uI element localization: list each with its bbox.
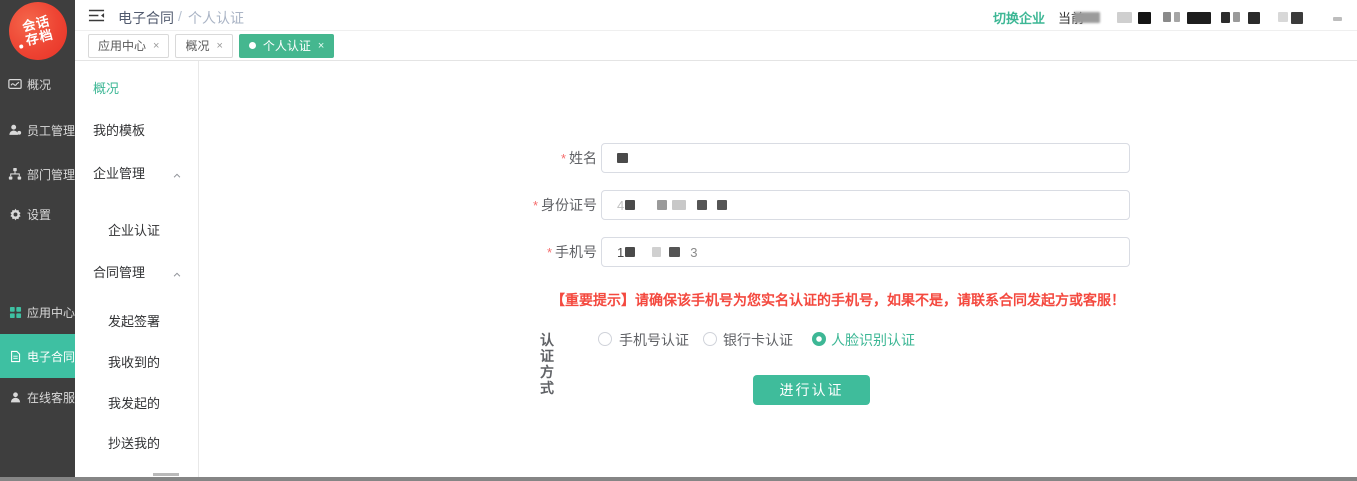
personal-auth-form: *姓名 *身份证号 4 *手机号 1 3 【重要提示】请确保: [199, 62, 1357, 477]
breadcrumb-root[interactable]: 电子合同: [118, 8, 174, 28]
collapse-sidebar-icon[interactable]: [88, 8, 105, 23]
redacted-value: [697, 200, 707, 210]
redacted-value: [625, 247, 635, 257]
tab-bar: 应用中心 × 概况 × 个人认证 ×: [75, 31, 1357, 61]
radio-bank-auth-label[interactable]: 银行卡认证: [723, 332, 793, 348]
breadcrumb-separator: /: [178, 8, 182, 24]
redacted-text: [1074, 12, 1100, 23]
redacted-text: [1278, 12, 1288, 22]
close-icon[interactable]: ×: [216, 40, 222, 52]
horizontal-scrollbar[interactable]: [0, 477, 1357, 481]
sidebar-item-label: 部门管理: [27, 166, 75, 183]
topbar: 电子合同 / 个人认证 切换企业 当前: [75, 0, 1357, 31]
primary-sidebar: 会话 存档 概况 员工管理 部门管理 设置: [0, 0, 75, 481]
subnav-received[interactable]: 我收到的: [108, 355, 160, 371]
person-add-icon: [8, 123, 22, 137]
radio-face-auth[interactable]: [812, 332, 826, 346]
subnav-cc-me[interactable]: 抄送我的: [108, 436, 160, 452]
visible-digit: 1: [617, 245, 624, 260]
sidebar-item-app-center[interactable]: 应用中心: [0, 298, 75, 326]
tab-overview[interactable]: 概况 ×: [175, 34, 232, 58]
chart-icon: [8, 77, 22, 91]
redacted-text: [1333, 17, 1342, 21]
clipped-next-item: [153, 473, 179, 476]
sidebar-item-employees[interactable]: 员工管理: [0, 116, 75, 144]
tab-app-center[interactable]: 应用中心 ×: [88, 34, 169, 58]
active-tab-dot: [249, 42, 256, 49]
redacted-value: [672, 200, 686, 210]
secondary-sidebar: 概况 我的模板 企业管理 企业认证 合同管理 发起签署 我收到的 我发起的 抄送…: [75, 61, 199, 477]
close-icon[interactable]: ×: [318, 40, 324, 52]
name-input[interactable]: [601, 143, 1130, 173]
subnav-overview[interactable]: 概况: [93, 81, 119, 97]
redacted-text: [1291, 12, 1303, 24]
redacted-text: [1138, 12, 1151, 24]
gear-icon: [8, 207, 22, 221]
redacted-text: [1221, 12, 1230, 23]
redacted-text: [1248, 12, 1260, 24]
sidebar-item-label: 概况: [27, 76, 51, 93]
important-notice: 【重要提示】请确保该手机号为您实名认证的手机号，如果不是，请联系合同发起方或客服…: [551, 290, 1125, 310]
breadcrumb-current: 个人认证: [188, 8, 244, 28]
tab-label: 个人认证: [263, 37, 311, 54]
sidebar-item-settings[interactable]: 设置: [0, 200, 75, 228]
required-mark: *: [547, 245, 552, 260]
org-chart-icon: [8, 167, 22, 181]
redacted-text: [1174, 12, 1180, 22]
id-number-input[interactable]: 4: [601, 190, 1130, 220]
app-logo: 会话 存档: [3, 0, 73, 66]
redacted-value: [617, 153, 628, 163]
subnav-company-mgmt[interactable]: 企业管理: [93, 166, 145, 182]
tab-label: 概况: [185, 37, 209, 54]
contract-document-icon: [8, 349, 22, 363]
visible-digit: 3: [690, 245, 697, 260]
subnav-contract-mgmt[interactable]: 合同管理: [93, 265, 145, 281]
name-field-label: *姓名: [437, 143, 597, 174]
sidebar-item-online-service[interactable]: 在线客服: [0, 383, 75, 411]
switch-company-link[interactable]: 切换企业: [993, 8, 1045, 27]
sidebar-item-label: 电子合同: [27, 348, 75, 365]
agent-person-icon: [8, 390, 22, 404]
redacted-text: [1117, 12, 1132, 23]
redacted-value: [625, 200, 635, 210]
sidebar-item-departments[interactable]: 部门管理: [0, 160, 75, 188]
chevron-up-icon[interactable]: [172, 168, 182, 178]
id-field-label: *身份证号: [437, 190, 597, 221]
visible-digit: 4: [617, 198, 624, 213]
tab-label: 应用中心: [98, 37, 146, 54]
subnav-company-auth[interactable]: 企业认证: [108, 223, 160, 239]
subnav-initiate-sign[interactable]: 发起签署: [108, 314, 160, 330]
redacted-value: [669, 247, 680, 257]
radio-face-auth-label[interactable]: 人脸识别认证: [831, 332, 915, 348]
subnav-my-templates[interactable]: 我的模板: [93, 123, 145, 139]
chevron-up-icon[interactable]: [172, 267, 182, 277]
radio-phone-auth-label[interactable]: 手机号认证: [619, 332, 689, 348]
sidebar-item-e-contract[interactable]: 电子合同: [0, 334, 75, 378]
auth-method-label: 认证方式: [540, 332, 554, 396]
close-icon[interactable]: ×: [153, 40, 159, 52]
redacted-value: [717, 200, 727, 210]
redacted-value: [652, 247, 661, 257]
radio-phone-auth[interactable]: [598, 332, 612, 346]
sidebar-item-label: 设置: [27, 206, 51, 223]
grid-icon: [8, 305, 22, 319]
required-mark: *: [561, 151, 566, 166]
phone-input[interactable]: 1 3: [601, 237, 1130, 267]
sidebar-item-label: 应用中心: [27, 304, 75, 321]
sidebar-item-label: 在线客服: [27, 389, 75, 406]
phone-field-label: *手机号: [437, 237, 597, 268]
app-window: 会话 存档 概况 员工管理 部门管理 设置: [0, 0, 1357, 481]
required-mark: *: [533, 198, 538, 213]
redacted-value: [657, 200, 667, 210]
redacted-text: [1163, 12, 1171, 22]
sidebar-item-label: 员工管理: [27, 122, 75, 139]
redacted-text: [1187, 12, 1211, 24]
redacted-text: [1233, 12, 1240, 22]
logo-dot: [19, 44, 24, 49]
tab-personal-auth[interactable]: 个人认证 ×: [239, 34, 334, 58]
subnav-initiated[interactable]: 我发起的: [108, 396, 160, 412]
radio-bank-auth[interactable]: [703, 332, 717, 346]
sidebar-item-overview[interactable]: 概况: [0, 70, 75, 98]
start-verification-button[interactable]: 进行认证: [753, 375, 870, 405]
